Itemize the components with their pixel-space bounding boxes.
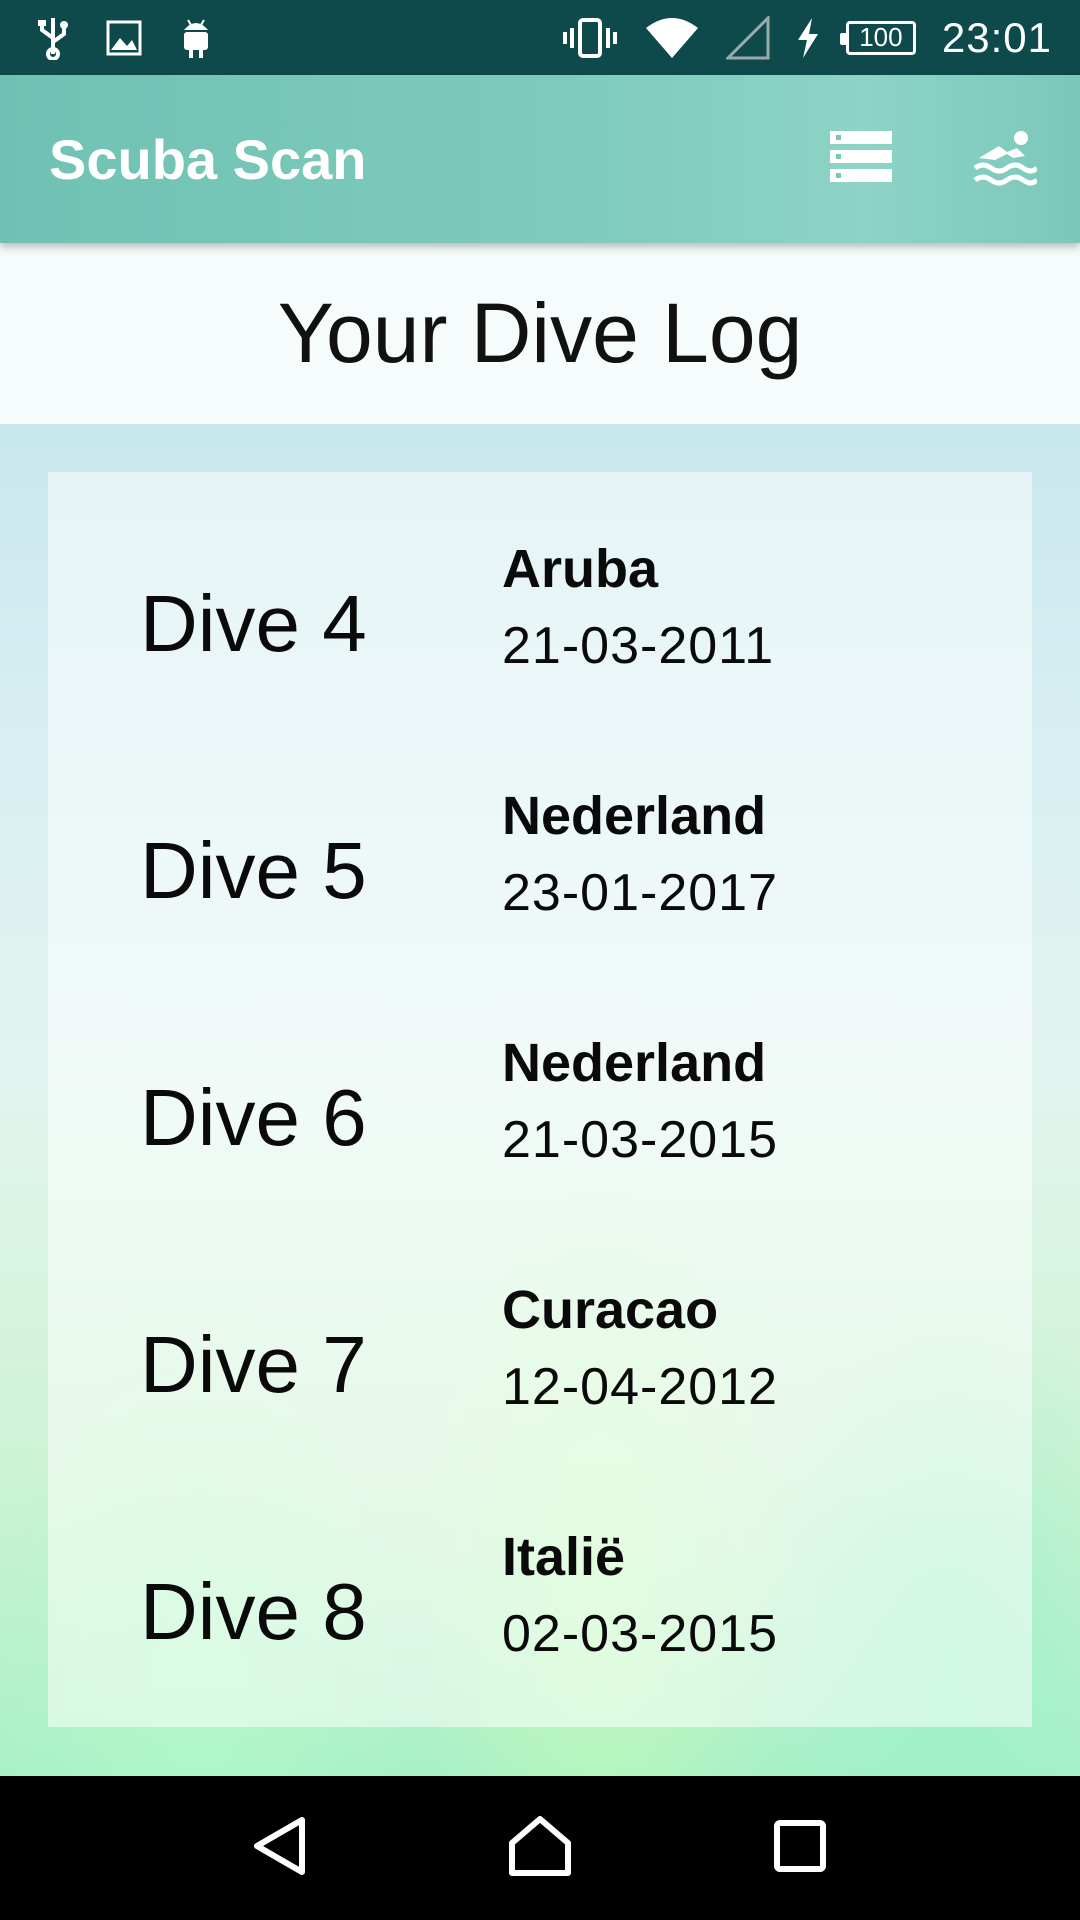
status-time: 23:01 <box>941 13 1052 61</box>
app-actions <box>826 124 1080 194</box>
app-title: Scuba Scan <box>49 127 367 191</box>
dive-date: 21-03-2015 <box>502 1111 778 1169</box>
back-button[interactable] <box>240 1808 320 1888</box>
dive-log-list: Dive 4 Aruba 21-03-2011 Dive 5 Nederland… <box>48 472 1032 1727</box>
recents-button[interactable] <box>760 1808 840 1888</box>
signal-icon <box>725 15 770 60</box>
status-left-icons <box>0 16 214 60</box>
back-icon <box>250 1815 310 1882</box>
dive-date: 21-03-2011 <box>502 617 775 675</box>
vibrate-icon <box>562 16 618 60</box>
dive-name: Dive 7 <box>140 1320 367 1409</box>
dive-location: Nederland <box>502 786 767 846</box>
swimmer-icon <box>973 128 1039 191</box>
dive-list-item[interactable]: Dive 6 Nederland 21-03-2015 <box>48 1012 1032 1259</box>
android-icon <box>178 16 214 60</box>
dive-name: Dive 4 <box>140 579 367 668</box>
dive-date: 12-04-2012 <box>502 1358 778 1416</box>
dive-location: Aruba <box>502 539 659 599</box>
usb-icon <box>36 16 70 60</box>
dive-date: 02-03-2015 <box>502 1605 778 1663</box>
wifi-icon <box>644 16 700 60</box>
status-bar: 100 23:01 <box>0 0 1080 75</box>
dive-list-item[interactable]: Dive 4 Aruba 21-03-2011 <box>48 518 1032 765</box>
page-title: Your Dive Log <box>277 286 803 380</box>
home-icon <box>508 1815 572 1882</box>
dive-name: Dive 8 <box>140 1567 367 1656</box>
image-icon <box>106 20 142 56</box>
page-header: Your Dive Log <box>0 243 1080 424</box>
dive-name: Dive 5 <box>140 826 367 915</box>
dive-list-item[interactable]: Dive 5 Nederland 23-01-2017 <box>48 765 1032 1012</box>
navigation-bar <box>0 1776 1080 1920</box>
dive-name: Dive 6 <box>140 1073 367 1162</box>
app-bar: Scuba Scan <box>0 75 1080 243</box>
swimmer-button[interactable] <box>970 124 1040 194</box>
dive-location: Curacao <box>502 1280 719 1340</box>
recents-icon <box>773 1819 827 1878</box>
dive-location: Italië <box>502 1527 626 1587</box>
list-button[interactable] <box>826 124 896 194</box>
battery-level: 100 <box>859 22 903 52</box>
list-icon <box>830 130 892 188</box>
charging-icon <box>796 17 820 58</box>
dive-list-item[interactable]: Dive 8 Italië 02-03-2015 <box>48 1506 1032 1753</box>
dive-list-item[interactable]: Dive 7 Curacao 12-04-2012 <box>48 1259 1032 1506</box>
main-content: Your Dive Log Dive 4 Aruba 21-03-2011 Di… <box>0 243 1080 1776</box>
home-button[interactable] <box>500 1808 580 1888</box>
dive-location: Nederland <box>502 1033 767 1093</box>
dive-date: 23-01-2017 <box>502 864 778 922</box>
battery-icon: 100 <box>839 20 916 55</box>
status-right-icons: 100 23:01 <box>562 14 1080 62</box>
